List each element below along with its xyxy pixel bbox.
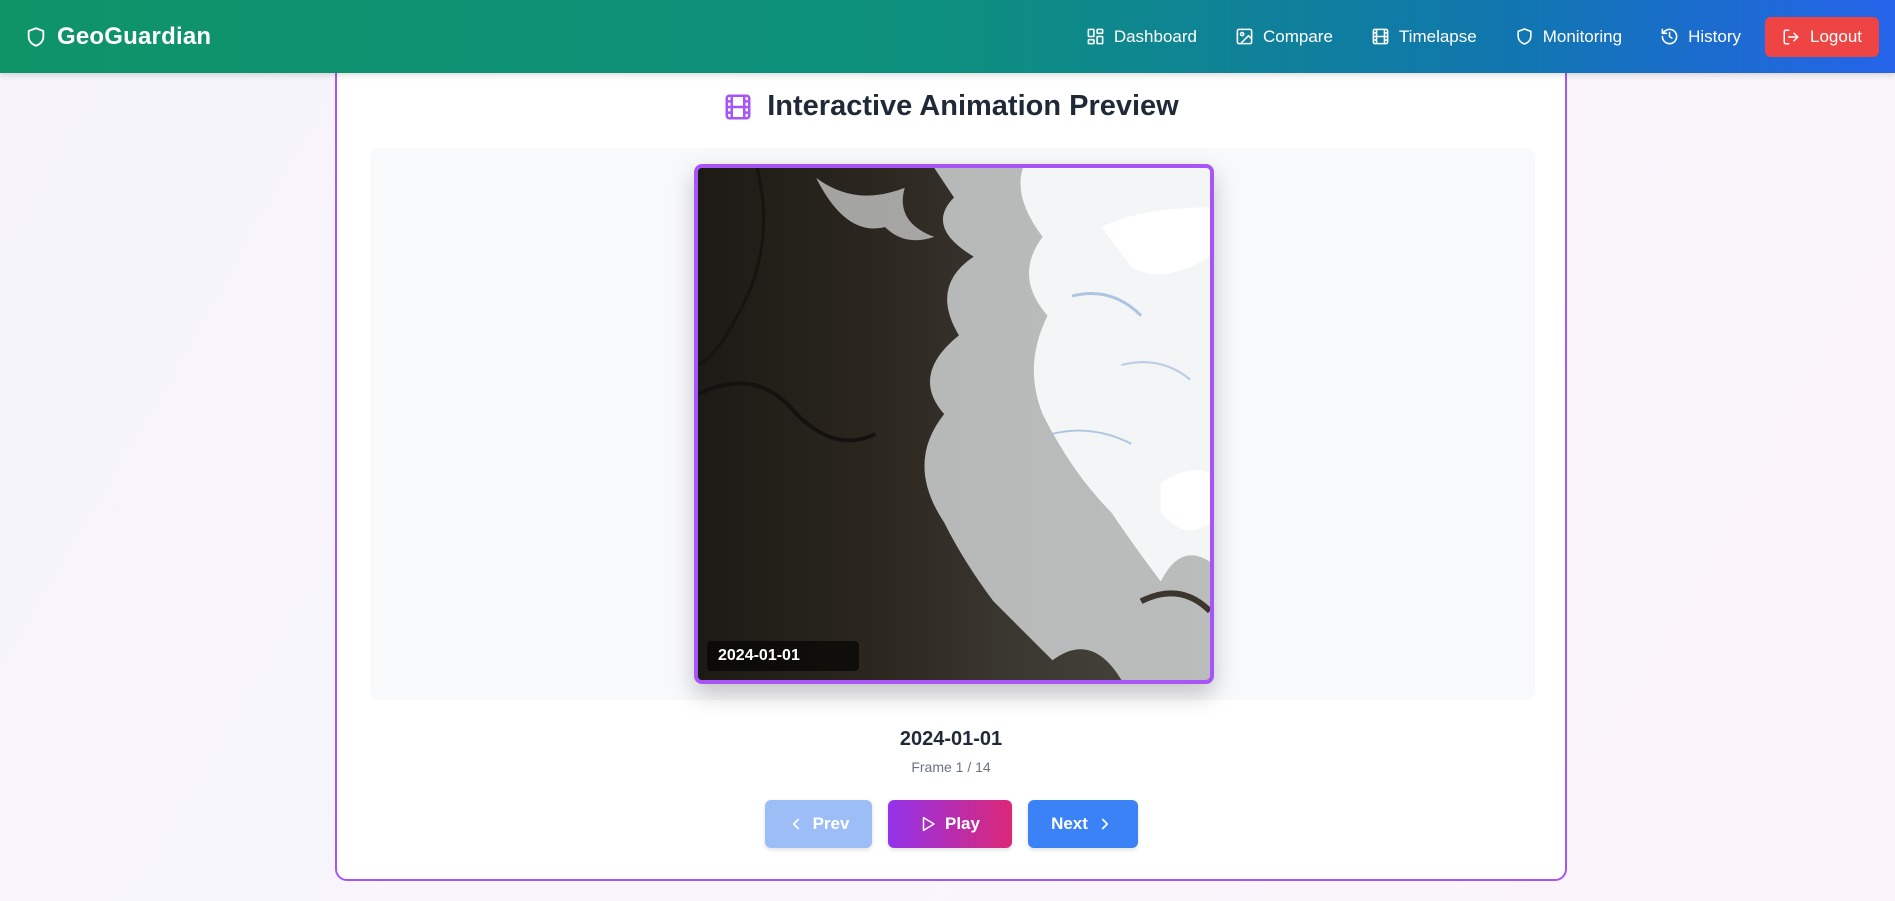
- play-button[interactable]: Play: [887, 800, 1012, 848]
- film-icon: [723, 92, 753, 122]
- logout-button[interactable]: Logout: [1765, 16, 1879, 57]
- shield-icon: [1515, 27, 1534, 46]
- playback-controls: Prev Play Next: [337, 800, 1565, 848]
- app-title: GeoGuardian: [57, 22, 212, 50]
- nav-item-label: History: [1688, 26, 1741, 46]
- shield-icon: [25, 26, 47, 48]
- animation-preview-card: Interactive Animation Preview 2024-01-01…: [335, 50, 1567, 881]
- top-navbar: GeoGuardian Dashboard Compare Timelapse …: [0, 0, 1895, 73]
- nav-item-label: Compare: [1263, 26, 1333, 46]
- dashboard-icon: [1086, 27, 1105, 46]
- chevron-left-icon: [787, 815, 805, 833]
- frame-counter: Frame 1 / 14: [911, 759, 991, 775]
- current-frame-date: 2024-01-01: [899, 728, 1003, 750]
- nav-item-timelapse[interactable]: Timelapse: [1352, 17, 1496, 57]
- logout-label: Logout: [1810, 26, 1862, 46]
- next-label: Next: [1051, 814, 1088, 833]
- image-icon: [1235, 27, 1254, 46]
- preview-heading: Interactive Animation Preview: [337, 90, 1565, 123]
- play-label: Play: [945, 814, 980, 833]
- brand[interactable]: GeoGuardian: [25, 23, 211, 51]
- nav-links: Dashboard Compare Timelapse Monitoring H…: [1067, 16, 1879, 57]
- chevron-right-icon: [1096, 815, 1114, 833]
- nav-item-label: Monitoring: [1542, 26, 1623, 46]
- play-icon: [919, 815, 937, 833]
- nav-item-dashboard[interactable]: Dashboard: [1067, 17, 1216, 57]
- nav-item-label: Dashboard: [1113, 26, 1197, 46]
- prev-label: Prev: [812, 814, 850, 833]
- next-button[interactable]: Next: [1027, 800, 1138, 848]
- satellite-image: [698, 168, 1210, 680]
- nav-item-monitoring[interactable]: Monitoring: [1496, 17, 1641, 57]
- history-icon: [1660, 27, 1679, 46]
- preview-area: 2024-01-01: [370, 148, 1535, 700]
- logout-icon: [1782, 28, 1800, 46]
- animation-frame: 2024-01-01: [694, 164, 1214, 684]
- nav-item-compare[interactable]: Compare: [1216, 17, 1352, 57]
- nav-item-history[interactable]: History: [1641, 17, 1760, 57]
- nav-item-label: Timelapse: [1398, 26, 1477, 46]
- film-icon: [1371, 27, 1390, 46]
- prev-button[interactable]: Prev: [764, 800, 872, 848]
- frame-date-overlay: 2024-01-01: [707, 641, 859, 671]
- preview-title: Interactive Animation Preview: [767, 90, 1179, 122]
